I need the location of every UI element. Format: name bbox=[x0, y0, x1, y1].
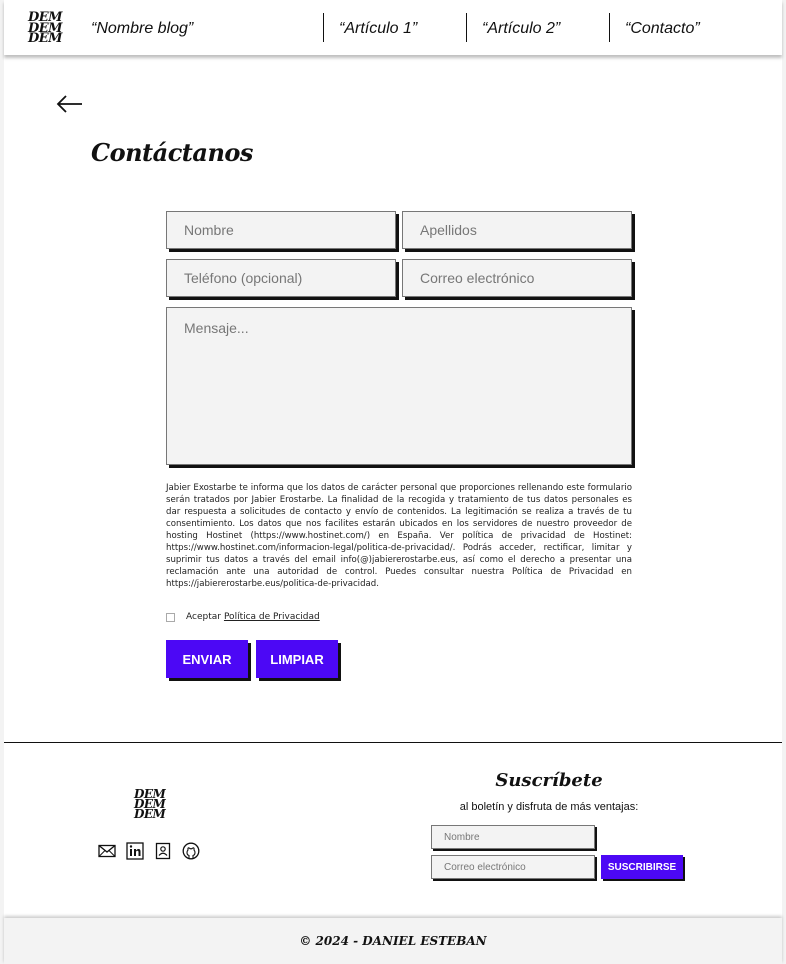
privacy-consent: Aceptar Política de Privacidad bbox=[166, 612, 320, 622]
linkedin-icon[interactable] bbox=[126, 842, 144, 860]
top-nav-bar: DEM DEM DEM “Nombre blog” “Artículo 1” “… bbox=[4, 0, 782, 55]
first-name-field[interactable]: Nombre bbox=[166, 211, 396, 249]
nav-divider bbox=[323, 13, 324, 42]
subscribe-description: al boletín y disfruta de más ventajas: bbox=[459, 801, 639, 813]
footer-divider bbox=[4, 742, 782, 743]
site-logo[interactable]: DEM DEM DEM bbox=[28, 11, 63, 45]
send-button[interactable]: ENVIAR bbox=[166, 640, 248, 678]
email-field[interactable]: Correo electrónico bbox=[402, 259, 632, 297]
copyright-bar: © 2024 - DANIEL ESTEBAN bbox=[4, 918, 782, 964]
page-title: Contáctanos bbox=[91, 138, 253, 167]
page: DEM DEM DEM “Nombre blog” “Artículo 1” “… bbox=[4, 0, 782, 964]
privacy-checkbox[interactable] bbox=[166, 612, 175, 622]
github-icon[interactable] bbox=[182, 842, 200, 860]
privacy-policy-link[interactable]: Política de Privacidad bbox=[224, 612, 320, 622]
nav-divider bbox=[609, 13, 610, 42]
subscribe-button[interactable]: SUSCRIBIRSE bbox=[601, 855, 683, 879]
nav-contact[interactable]: “Contacto” bbox=[625, 20, 700, 38]
nav-divider bbox=[466, 13, 467, 42]
back-arrow-icon[interactable] bbox=[56, 92, 86, 116]
nav-article-2[interactable]: “Artículo 2” bbox=[482, 20, 560, 38]
phone-field[interactable]: Teléfono (opcional) bbox=[166, 259, 396, 297]
subscribe-title: Suscríbete bbox=[495, 770, 603, 791]
clear-button[interactable]: LIMPIAR bbox=[256, 640, 338, 678]
nav-article-1[interactable]: “Artículo 1” bbox=[339, 20, 417, 38]
last-name-field[interactable]: Apellidos bbox=[402, 211, 632, 249]
consent-label: Aceptar bbox=[186, 612, 221, 622]
privacy-notice: Jabier Exostarbe te informa que los dato… bbox=[166, 483, 632, 589]
message-field[interactable]: Mensaje... bbox=[166, 307, 632, 465]
subscribe-email-field[interactable]: Correo electrónico bbox=[431, 855, 595, 879]
contact-card-icon[interactable] bbox=[154, 842, 172, 860]
copyright-text: © 2024 - DANIEL ESTEBAN bbox=[299, 934, 487, 948]
mail-icon[interactable] bbox=[98, 842, 116, 860]
footer-logo[interactable]: DEM DEM DEM bbox=[134, 788, 166, 819]
subscribe-name-field[interactable]: Nombre bbox=[431, 825, 595, 849]
nav-blog-name[interactable]: “Nombre blog” bbox=[91, 20, 193, 38]
